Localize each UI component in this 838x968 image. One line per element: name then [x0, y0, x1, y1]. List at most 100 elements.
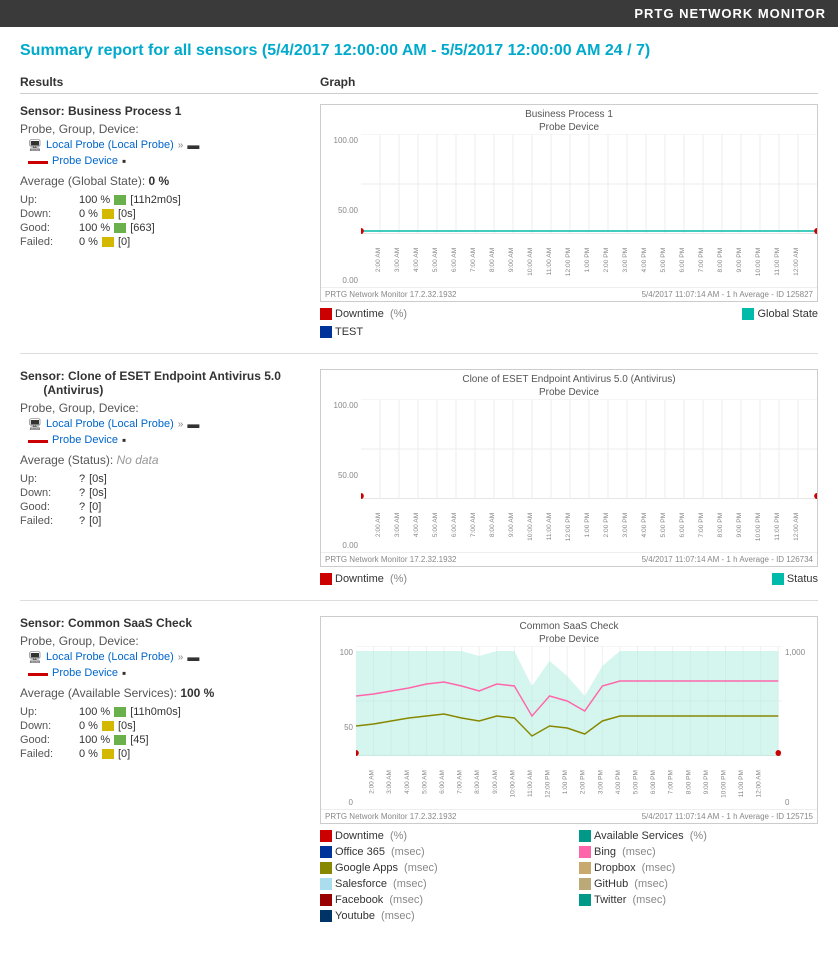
svg-text:8:00 AM: 8:00 AM — [489, 248, 496, 272]
graph-svg-2 — [361, 399, 817, 499]
svg-text:6:00 AM: 6:00 AM — [439, 770, 446, 794]
svg-text:12:00 PM: 12:00 PM — [565, 513, 572, 541]
svg-text:8:00 AM: 8:00 AM — [489, 513, 496, 537]
svg-text:10:00 PM: 10:00 PM — [755, 248, 762, 276]
svg-text:2:00 AM: 2:00 AM — [369, 770, 376, 794]
legend-unit-downtime-1: (%) — [387, 308, 407, 320]
sensor-name-2: Sensor: Clone of ESET Endpoint Antivirus… — [20, 369, 305, 397]
legend-item-downtime-1: Downtime (%) — [320, 308, 407, 320]
svg-text:8:00 PM: 8:00 PM — [717, 248, 724, 273]
legend-youtube-3: Youtube (msec) — [320, 910, 559, 922]
svg-text:5:00 PM: 5:00 PM — [660, 513, 667, 538]
graph-col-1: Business Process 1 Probe Device 100.00 5… — [320, 104, 818, 338]
col-graph-header: Graph — [320, 75, 818, 89]
graph-footer-2: PRTG Network Monitor 17.2.32.1932 5/4/20… — [321, 552, 817, 566]
legend-label-globalstate-1: Global State — [757, 308, 818, 320]
legend-label-test-1: TEST — [335, 326, 363, 338]
svg-text:7:00 AM: 7:00 AM — [470, 513, 477, 537]
svg-text:11:00 PM: 11:00 PM — [774, 513, 781, 541]
svg-text:10:00 PM: 10:00 PM — [755, 513, 762, 541]
results-col-3: Sensor: Common SaaS Check Probe, Group, … — [20, 616, 320, 922]
graph-title-1: Business Process 1 Probe Device — [321, 105, 817, 134]
probe-text-3[interactable]: Local Probe (Local Probe) — [46, 651, 174, 663]
svg-text:3:00 PM: 3:00 PM — [622, 513, 629, 538]
probe-group-label-1: Probe, Group, Device: — [20, 122, 305, 136]
svg-text:10:00 PM: 10:00 PM — [721, 770, 728, 798]
avg-line-2: Average (Status): No data — [20, 453, 305, 467]
legend-item-test-1: TEST — [320, 326, 363, 338]
device-text-2[interactable]: Probe Device — [52, 434, 118, 446]
legend-color-downtime-2 — [320, 573, 332, 585]
graph-footer-3: PRTG Network Monitor 17.2.32.1932 5/4/20… — [321, 809, 817, 823]
legend-label-downtime-1: Downtime — [335, 308, 384, 320]
probe-arrow-2: » — [178, 419, 184, 430]
legend-color-status-2 — [772, 573, 784, 585]
stat-down-3: Down: 0 % [0s] — [20, 720, 305, 732]
legend-dropbox-3: Dropbox (msec) — [579, 862, 818, 874]
stats-3: Up: 100 % [11h0m0s] Down: 0 % [0s] Good:… — [20, 706, 305, 760]
app-title: PRTG NETWORK MONITOR — [634, 6, 826, 21]
stat-failed-1: Failed: 0 % [0] — [20, 236, 305, 248]
legend-1: Downtime (%) Global State — [320, 308, 818, 320]
legend-label-downtime-2: Downtime — [335, 573, 384, 585]
probe-text-1[interactable]: Local Probe (Local Probe) — [46, 139, 174, 151]
svg-text:9:00 PM: 9:00 PM — [736, 513, 743, 538]
section-header: Results Graph — [20, 75, 818, 94]
legend-2: Downtime (%) Status — [320, 573, 818, 585]
svg-text:11:00 AM: 11:00 AM — [546, 248, 553, 276]
svg-text:4:00 PM: 4:00 PM — [641, 513, 648, 538]
stat-bar-down-3 — [102, 721, 114, 731]
svg-text:3:00 PM: 3:00 PM — [622, 248, 629, 273]
stat-bar-up-1 — [114, 195, 126, 205]
stat-bar-good-3 — [114, 735, 126, 745]
svg-text:5:00 AM: 5:00 AM — [432, 513, 439, 537]
svg-text:11:00 PM: 11:00 PM — [774, 248, 781, 276]
results-col-2: Sensor: Clone of ESET Endpoint Antivirus… — [20, 369, 320, 585]
graph-title-2: Clone of ESET Endpoint Antivirus 5.0 (An… — [321, 370, 817, 399]
legend-label-status-2: Status — [787, 573, 818, 585]
device-row-1: ▬▬ Probe Device ▪ — [28, 154, 305, 168]
legend-1b: TEST — [320, 326, 818, 338]
device-text-3[interactable]: Probe Device — [52, 667, 118, 679]
svg-text:1:00 PM: 1:00 PM — [584, 248, 591, 273]
svg-text:2:00 PM: 2:00 PM — [603, 513, 610, 538]
device-text-1[interactable]: Probe Device — [52, 155, 118, 167]
svg-text:1:00 PM: 1:00 PM — [584, 513, 591, 538]
sensor-block-3: Sensor: Common SaaS Check Probe, Group, … — [20, 616, 818, 937]
probe-computer-icon-1: 🖥 — [28, 139, 42, 152]
stat-failed-3: Failed: 0 % [0] — [20, 748, 305, 760]
svg-text:9:00 PM: 9:00 PM — [736, 248, 743, 273]
svg-text:4:00 AM: 4:00 AM — [413, 513, 420, 537]
svg-text:10:00 AM: 10:00 AM — [527, 513, 534, 541]
stat-bar-good-1 — [114, 223, 126, 233]
sensor-block-1: Sensor: Business Process 1 Probe, Group,… — [20, 104, 818, 354]
svg-text:11:00 AM: 11:00 AM — [546, 513, 553, 541]
legend-facebook-3: Facebook (msec) — [320, 894, 559, 906]
legend-item-status-2: Status — [772, 573, 818, 585]
svg-text:1:00 AM: 1:00 AM — [361, 248, 363, 272]
legend-downtime-3: Downtime (%) — [320, 830, 559, 842]
svg-text:4:00 AM: 4:00 AM — [404, 770, 411, 794]
svg-text:9:00 AM: 9:00 AM — [508, 513, 515, 537]
stat-up-3: Up: 100 % [11h0m0s] — [20, 706, 305, 718]
svg-text:10:00 AM: 10:00 AM — [527, 248, 534, 276]
svg-text:3:00 AM: 3:00 AM — [394, 513, 401, 537]
svg-text:3:00 AM: 3:00 AM — [386, 770, 393, 794]
svg-text:8:00 AM: 8:00 AM — [474, 770, 481, 794]
col-results-header: Results — [20, 75, 320, 89]
svg-text:2:00 AM: 2:00 AM — [375, 513, 382, 537]
svg-text:10:00 AM: 10:00 AM — [509, 770, 516, 797]
svg-text:7:00 AM: 7:00 AM — [457, 770, 464, 794]
graph-container-3: Common SaaS Check Probe Device 100 50 0 — [320, 616, 818, 824]
x-axis-1: 1:00 AM 2:00 AM 3:00 AM 4:00 AM 5:00 AM … — [361, 237, 817, 287]
probe-dash-1: ▬ — [187, 138, 199, 152]
stat-bar-down-1 — [102, 209, 114, 219]
graph-title-3: Common SaaS Check Probe Device — [321, 617, 817, 646]
probe-arrow-3: » — [178, 652, 184, 663]
svg-text:6:00 PM: 6:00 PM — [650, 770, 657, 794]
legend-color-downtime-1 — [320, 308, 332, 320]
probe-text-2[interactable]: Local Probe (Local Probe) — [46, 418, 174, 430]
svg-text:3:00 PM: 3:00 PM — [597, 770, 604, 794]
device-dash-3: ▪ — [122, 666, 126, 680]
svg-text:9:00 PM: 9:00 PM — [703, 770, 710, 794]
